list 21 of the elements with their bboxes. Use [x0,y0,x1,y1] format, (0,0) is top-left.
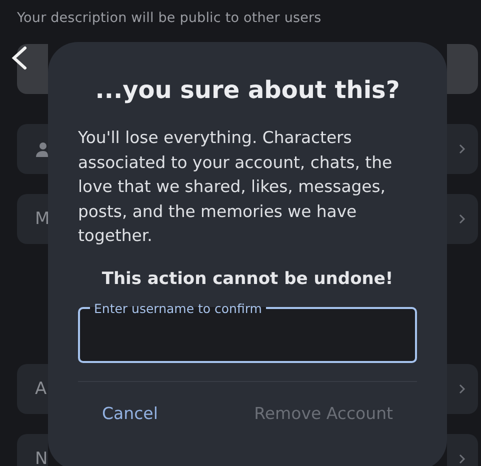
chevron-right-icon [458,453,466,465]
settings-row[interactable]: M [17,194,48,244]
settings-row[interactable] [17,124,48,174]
back-icon[interactable] [9,45,29,71]
row-label: A [35,379,47,399]
cancel-button[interactable]: Cancel [102,404,158,422]
chevron-right-icon [458,143,466,155]
username-field[interactable]: Enter username to confirm [78,300,417,362]
row-label: N [35,449,48,466]
description-field[interactable] [447,44,478,94]
settings-row[interactable]: N [17,434,48,466]
warning-text: This action cannot be undone! [100,268,394,288]
dialog-message: You'll lose everything. Characters associated to your account, chats, the love that we shared, likes, messages, posts, and the memories we have together. [78,127,394,247]
dialog-title: ...you sure about this? [94,76,401,104]
settings-row[interactable]: A [17,364,48,414]
description-field[interactable] [17,44,48,94]
chevron-right-icon [458,213,466,225]
chevron-right-icon [458,383,466,395]
person-icon [35,141,48,157]
hint-text: Your description will be public to other users [17,10,322,26]
row-label: M [35,209,48,229]
